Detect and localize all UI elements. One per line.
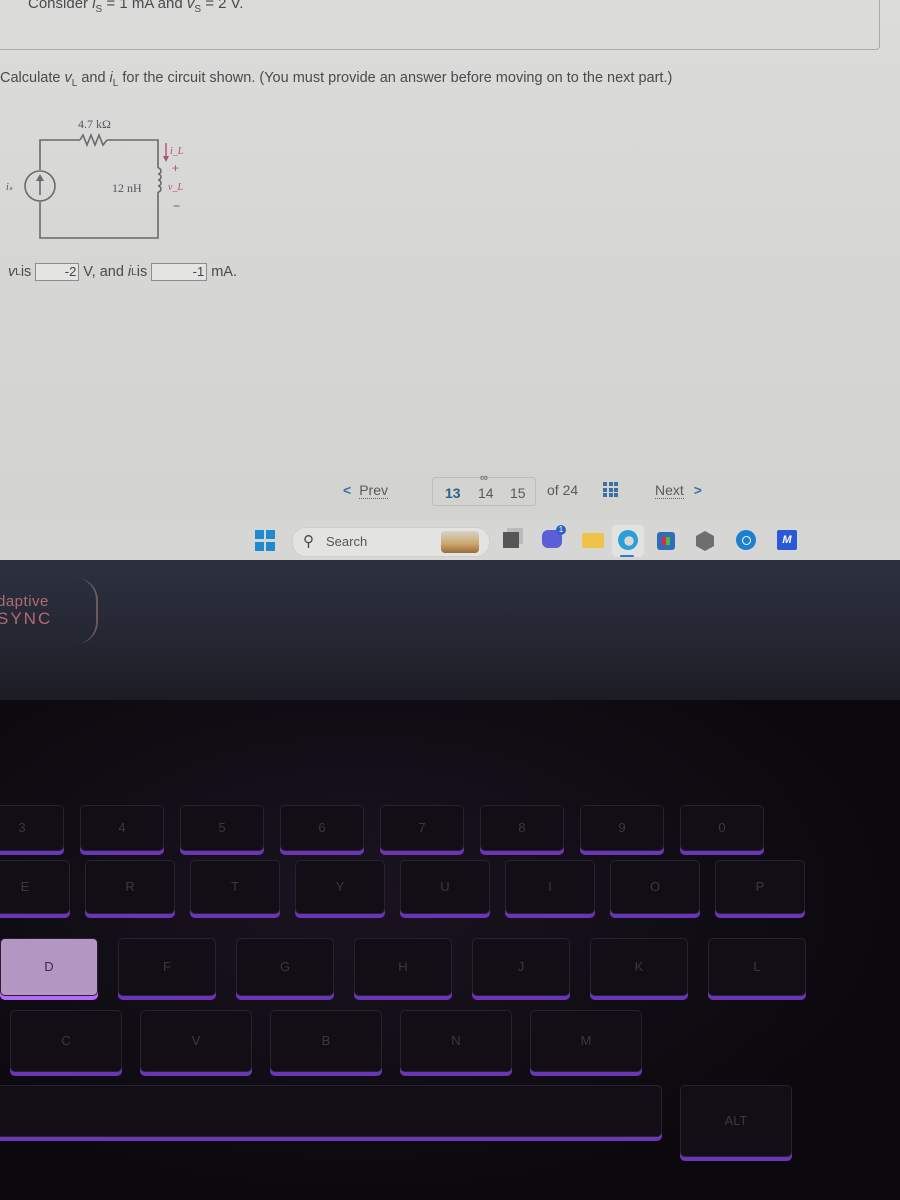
key-v[interactable]: V	[140, 1010, 252, 1072]
key-n[interactable]: N	[400, 1010, 512, 1072]
key-alt[interactable]: ALT	[680, 1085, 792, 1157]
key-t[interactable]: T	[190, 860, 280, 914]
browser-screen: Consider iS = 1 mA and vS = 2 V. Calcula…	[0, 0, 900, 560]
page-14[interactable]: 14	[478, 485, 494, 501]
voltage-label: v_L	[168, 182, 183, 193]
key-0[interactable]: 0	[680, 805, 764, 851]
circuit-wire-top-right	[107, 139, 159, 168]
file-explorer-icon[interactable]	[582, 533, 604, 548]
store-icon[interactable]	[657, 532, 675, 550]
key-3[interactable]: 3	[0, 805, 64, 851]
key-m[interactable]: M	[530, 1010, 642, 1072]
key-y[interactable]: Y	[295, 860, 385, 914]
link-icon: ∞	[480, 472, 488, 484]
copilot-icon[interactable]	[736, 530, 756, 550]
taskbar-search[interactable]: ⚲ Search	[292, 527, 490, 557]
chevron-left-icon: <	[343, 482, 352, 498]
question-navigation: < Prev ∞ 13 14 15 of 24 Next >	[0, 472, 900, 506]
key-l[interactable]: L	[708, 938, 806, 996]
m-app-icon[interactable]: M	[777, 530, 797, 550]
key-4[interactable]: 4	[80, 805, 164, 851]
key-o[interactable]: O	[610, 860, 700, 914]
laptop-bezel: daptive SYNC	[0, 560, 900, 700]
prev-button[interactable]: < Prev	[343, 482, 388, 499]
circuit-wire-bottom	[39, 192, 159, 239]
next-button[interactable]: Next >	[655, 482, 702, 499]
question-prompt: Calculate vL and iL for the circuit show…	[0, 70, 673, 89]
key-5[interactable]: 5	[180, 805, 264, 851]
edge-icon[interactable]	[618, 530, 638, 550]
task-view-icon[interactable]	[503, 532, 519, 548]
key-6[interactable]: 6	[280, 805, 364, 851]
keyboard: 3 4 5 6 7 8 9 0 E R T Y U I O P D F G H J K L C V B N M ALT	[0, 700, 900, 1200]
key-b[interactable]: B	[270, 1010, 382, 1072]
page-total: of 24	[547, 482, 579, 498]
resistor-icon	[79, 132, 108, 148]
key-7[interactable]: 7	[380, 805, 464, 851]
voltage-plus: +	[172, 161, 179, 175]
taskbar: ⚲ Search 1 M	[0, 520, 900, 560]
chevron-right-icon: >	[693, 482, 702, 498]
key-d[interactable]: D	[0, 938, 98, 996]
key-h[interactable]: H	[354, 938, 452, 996]
current-label: i_L	[170, 146, 184, 157]
windows-start-icon[interactable]	[255, 530, 277, 552]
vl-answer-input[interactable]: -2	[35, 263, 80, 281]
key-f[interactable]: F	[118, 938, 216, 996]
current-arrow-icon	[163, 156, 169, 162]
notification-badge: 1	[556, 525, 566, 535]
key-9[interactable]: 9	[580, 805, 664, 851]
context-panel: Consider iS = 1 mA and vS = 2 V.	[0, 0, 880, 50]
key-p[interactable]: P	[715, 860, 805, 914]
search-highlight-image	[441, 531, 479, 553]
circuit-wire-top-left	[39, 139, 80, 170]
source-label: iₛ	[6, 182, 13, 193]
search-icon: ⚲	[303, 533, 314, 550]
grid-icon[interactable]	[603, 482, 618, 497]
key-r[interactable]: R	[85, 860, 175, 914]
page-selector: ∞ 13 14 15	[432, 472, 536, 506]
key-i[interactable]: I	[505, 860, 595, 914]
answer-row: vL is -2 V, and iL is -1 mA.	[8, 263, 237, 281]
inductor-label: 12 nH	[112, 181, 142, 195]
context-text: Consider iS = 1 mA and vS = 2 V.	[28, 0, 244, 15]
key-k[interactable]: K	[590, 938, 688, 996]
gem-app-icon[interactable]	[696, 531, 714, 551]
chat-icon[interactable]: 1	[542, 525, 566, 548]
search-placeholder: Search	[326, 534, 368, 549]
adaptive-sync-logo: daptive SYNC	[0, 593, 53, 628]
il-answer-input[interactable]: -1	[151, 263, 208, 281]
key-j[interactable]: J	[472, 938, 570, 996]
voltage-minus: −	[173, 199, 180, 213]
key-e[interactable]: E	[0, 860, 70, 914]
page-15[interactable]: 15	[510, 485, 526, 501]
key-8[interactable]: 8	[480, 805, 564, 851]
key-g[interactable]: G	[236, 938, 334, 996]
key-space[interactable]	[0, 1085, 662, 1137]
circuit-diagram: 4.7 kΩ 12 nH i_L + v_L − iₛ	[6, 117, 184, 239]
key-u[interactable]: U	[400, 860, 490, 914]
active-indicator	[620, 555, 634, 557]
page-13[interactable]: 13	[445, 485, 461, 501]
resistor-label: 4.7 kΩ	[78, 117, 111, 131]
inductor-icon	[157, 167, 162, 193]
key-c[interactable]: C	[10, 1010, 122, 1072]
